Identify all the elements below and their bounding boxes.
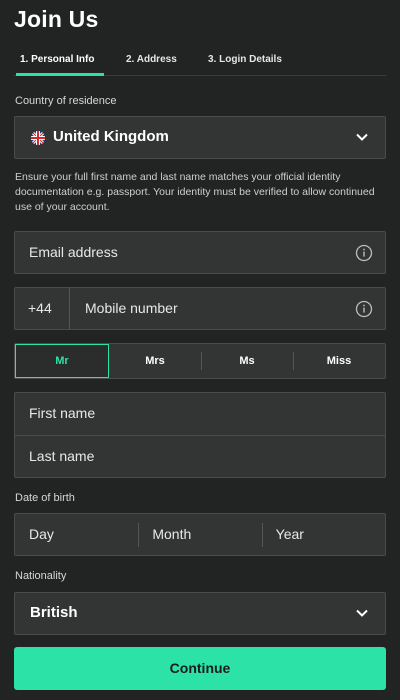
nationality-value: British — [30, 604, 78, 621]
active-tab-indicator — [16, 73, 104, 76]
dob-month-placeholder: Month — [152, 526, 192, 542]
dob-year-placeholder: Year — [275, 526, 304, 542]
dob-label: Date of birth — [15, 492, 75, 504]
email-placeholder: Email address — [29, 244, 118, 260]
first-name-field[interactable]: First name — [15, 393, 385, 435]
dob-month-field[interactable]: Month — [138, 514, 261, 555]
mobile-field[interactable]: +44 Mobile number — [14, 287, 386, 330]
info-icon[interactable] — [355, 300, 373, 318]
mobile-placeholder: Mobile number — [85, 300, 178, 316]
last-name-placeholder: Last name — [29, 448, 95, 464]
page-title: Join Us — [14, 6, 99, 32]
country-select[interactable]: United Kingdom — [14, 116, 386, 159]
country-label: Country of residence — [15, 95, 117, 107]
title-selector: Mr Mrs Ms Miss — [14, 343, 386, 379]
title-option-mr[interactable]: Mr — [15, 344, 109, 378]
name-fields: First name Last name — [14, 392, 386, 478]
date-of-birth-fields: Day Month Year — [14, 513, 386, 556]
title-option-mrs[interactable]: Mrs — [109, 344, 201, 378]
email-field[interactable]: Email address — [14, 231, 386, 274]
dob-day-field[interactable]: Day — [15, 514, 138, 555]
title-option-miss[interactable]: Miss — [293, 344, 385, 378]
dob-day-placeholder: Day — [29, 526, 54, 542]
continue-button[interactable]: Continue — [14, 647, 386, 690]
chevron-down-icon — [355, 130, 369, 144]
title-option-ms[interactable]: Ms — [201, 344, 293, 378]
tab-personal-info[interactable]: 1. Personal Info — [20, 54, 94, 65]
country-code-prefix[interactable]: +44 — [15, 288, 70, 329]
first-name-placeholder: First name — [29, 405, 96, 421]
identity-helper-text: Ensure your full first name and last nam… — [15, 171, 375, 213]
chevron-down-icon — [355, 606, 369, 620]
nationality-label: Nationality — [15, 570, 67, 582]
last-name-field[interactable]: Last name — [15, 435, 385, 477]
uk-flag-icon — [31, 131, 45, 145]
tab-address[interactable]: 2. Address — [126, 54, 177, 65]
step-tabs: 1. Personal Info 2. Address 3. Login Det… — [14, 46, 386, 76]
info-icon[interactable] — [355, 244, 373, 262]
nationality-select[interactable]: British — [14, 592, 386, 635]
country-code-value: +44 — [28, 300, 52, 316]
tab-login-details[interactable]: 3. Login Details — [208, 54, 282, 65]
dob-year-field[interactable]: Year — [261, 514, 385, 555]
country-value: United Kingdom — [53, 128, 169, 145]
